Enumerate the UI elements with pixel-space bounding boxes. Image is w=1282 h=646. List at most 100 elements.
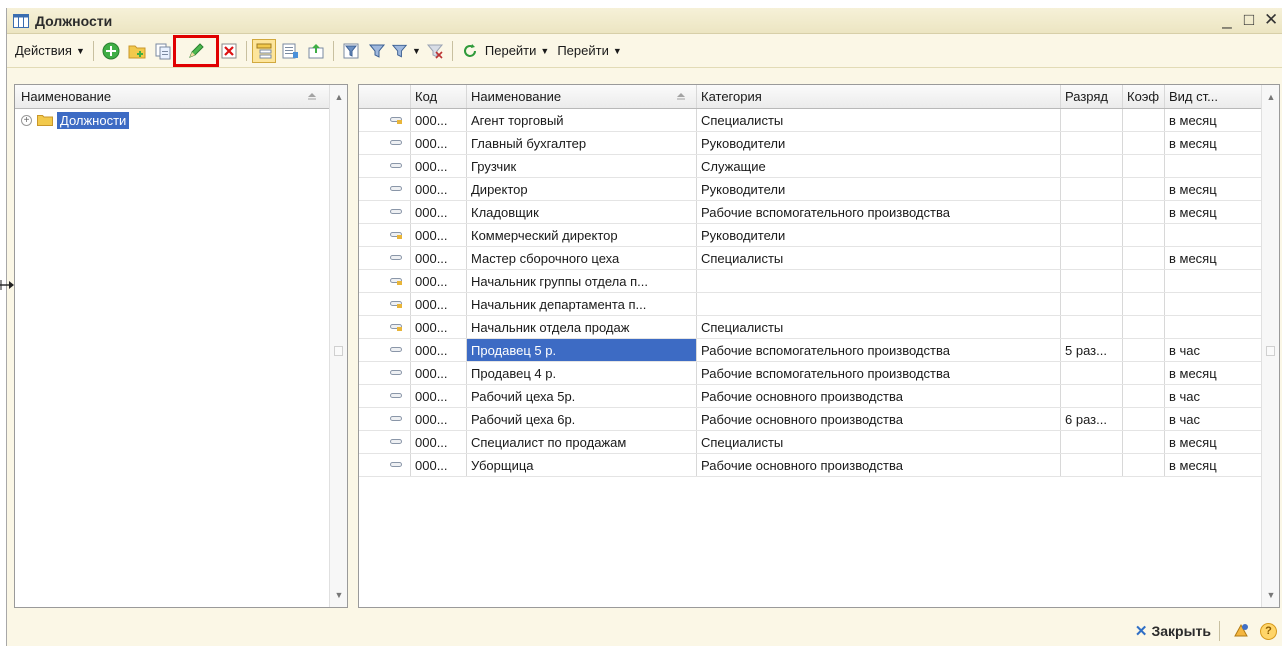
list-mode-button[interactable] <box>278 39 302 63</box>
filter-by-value-button[interactable] <box>365 39 389 63</box>
column-header-kind[interactable]: Вид ст... <box>1165 85 1237 108</box>
goto-menu-1[interactable]: Перейти ▼ <box>485 43 549 58</box>
cell-code[interactable]: 000... <box>411 224 467 246</box>
tree-header[interactable]: Наименование <box>15 85 347 109</box>
add-group-button[interactable] <box>125 39 149 63</box>
cell-kind[interactable] <box>1165 293 1237 315</box>
cell-rank[interactable]: 6 раз... <box>1061 408 1123 430</box>
cell-category[interactable]: Рабочие вспомогательного производства <box>697 362 1061 384</box>
cell-coef[interactable] <box>1123 385 1165 407</box>
cell-code[interactable]: 000... <box>411 178 467 200</box>
cell-kind[interactable]: в час <box>1165 339 1237 361</box>
cell-coef[interactable] <box>1123 431 1165 453</box>
column-header-name[interactable]: Наименование <box>467 85 697 108</box>
list-scrollbar[interactable]: ▲ ▼ <box>1261 85 1279 607</box>
cell-rank[interactable] <box>1061 224 1123 246</box>
cell-name[interactable]: Начальник отдела продаж <box>467 316 697 338</box>
cell-code[interactable]: 000... <box>411 431 467 453</box>
cell-name[interactable]: Специалист по продажам <box>467 431 697 453</box>
cell-category[interactable] <box>697 293 1061 315</box>
cell-rank[interactable] <box>1061 362 1123 384</box>
cell-kind[interactable]: в час <box>1165 385 1237 407</box>
cell-category[interactable]: Специалисты <box>697 109 1061 131</box>
cell-category[interactable]: Специалисты <box>697 431 1061 453</box>
cell-coef[interactable] <box>1123 178 1165 200</box>
cell-rank[interactable] <box>1061 132 1123 154</box>
cell-rank[interactable] <box>1061 454 1123 476</box>
column-header-icon[interactable] <box>359 85 411 108</box>
clear-filter-button[interactable] <box>423 39 447 63</box>
scroll-down-icon[interactable]: ▼ <box>1262 585 1280 605</box>
help-icon[interactable]: ? <box>1260 622 1277 640</box>
cell-category[interactable]: Рабочие вспомогательного производства <box>697 339 1061 361</box>
cell-coef[interactable] <box>1123 201 1165 223</box>
cell-name[interactable]: Агент торговый <box>467 109 697 131</box>
close-window-button[interactable]: ✕ <box>1264 10 1278 30</box>
cell-coef[interactable] <box>1123 408 1165 430</box>
cell-coef[interactable] <box>1123 109 1165 131</box>
cell-category[interactable]: Руководители <box>697 178 1061 200</box>
cell-code[interactable]: 000... <box>411 408 467 430</box>
cell-rank[interactable] <box>1061 316 1123 338</box>
goto-menu-2[interactable]: Перейти ▼ <box>557 43 621 58</box>
parent-level-button[interactable] <box>304 39 328 63</box>
column-header-category[interactable]: Категория <box>697 85 1061 108</box>
cell-name[interactable]: Продавец 5 р. <box>467 339 697 361</box>
table-row[interactable]: 000... Начальник департамента п... <box>359 293 1263 316</box>
table-row[interactable]: 000... Продавец 5 р. Рабочие вспомогательн… <box>359 339 1263 362</box>
table-row[interactable]: 000... Коммерческий директор Руководители <box>359 224 1263 247</box>
scroll-down-icon[interactable]: ▼ <box>330 585 348 605</box>
cell-kind[interactable]: в месяц <box>1165 132 1237 154</box>
cell-name[interactable]: Мастер сборочного цеха <box>467 247 697 269</box>
cell-category[interactable]: Рабочие основного производства <box>697 408 1061 430</box>
cell-kind[interactable]: в месяц <box>1165 201 1237 223</box>
cell-category[interactable]: Специалисты <box>697 316 1061 338</box>
cell-coef[interactable] <box>1123 155 1165 177</box>
scroll-up-icon[interactable]: ▲ <box>1262 87 1280 107</box>
table-row[interactable]: 000... Рабочий цеха 6р. Рабочие основного … <box>359 408 1263 431</box>
cell-category[interactable]: Руководители <box>697 132 1061 154</box>
cell-name[interactable]: Кладовщик <box>467 201 697 223</box>
cell-code[interactable]: 000... <box>411 362 467 384</box>
cell-coef[interactable] <box>1123 454 1165 476</box>
scroll-thumb[interactable] <box>334 346 343 356</box>
column-header-code[interactable]: Код <box>411 85 467 108</box>
cell-name[interactable]: Директор <box>467 178 697 200</box>
cell-kind[interactable]: в месяц <box>1165 454 1237 476</box>
cell-category[interactable]: Рабочие основного производства <box>697 385 1061 407</box>
filter-history-button[interactable]: ▼ <box>391 39 421 63</box>
cell-rank[interactable] <box>1061 178 1123 200</box>
cell-code[interactable]: 000... <box>411 270 467 292</box>
table-row[interactable]: 000... Кладовщик Рабочие вспомогательного … <box>359 201 1263 224</box>
table-row[interactable]: 000... Главный бухгалтер Руководители в мес… <box>359 132 1263 155</box>
table-row[interactable]: 000... Агент торговый Специалисты в месяц <box>359 109 1263 132</box>
cell-code[interactable]: 000... <box>411 454 467 476</box>
cell-kind[interactable]: в час <box>1165 408 1237 430</box>
actions-menu[interactable]: Действия ▼ <box>11 43 89 58</box>
table-row[interactable]: 000... Начальник отдела продаж Специалисты <box>359 316 1263 339</box>
cell-name[interactable]: Начальник департамента п... <box>467 293 697 315</box>
cell-name[interactable]: Продавец 4 р. <box>467 362 697 384</box>
cell-name[interactable]: Рабочий цеха 6р. <box>467 408 697 430</box>
cell-coef[interactable] <box>1123 224 1165 246</box>
hierarchy-view-button[interactable] <box>251 38 276 63</box>
cell-code[interactable]: 000... <box>411 155 467 177</box>
table-row[interactable]: 000... Грузчик Служащие <box>359 155 1263 178</box>
close-button[interactable]: ✕ Закрыть <box>1135 622 1211 640</box>
cell-rank[interactable] <box>1061 431 1123 453</box>
cell-coef[interactable] <box>1123 132 1165 154</box>
cell-code[interactable]: 000... <box>411 247 467 269</box>
cell-rank[interactable] <box>1061 201 1123 223</box>
cell-kind[interactable]: в месяц <box>1165 247 1237 269</box>
column-header-rank[interactable]: Разряд <box>1061 85 1123 108</box>
cell-coef[interactable] <box>1123 362 1165 384</box>
cell-coef[interactable] <box>1123 293 1165 315</box>
minimize-button[interactable]: _ <box>1220 10 1234 30</box>
cell-coef[interactable] <box>1123 270 1165 292</box>
cell-kind[interactable]: в месяц <box>1165 178 1237 200</box>
cell-name[interactable]: Начальник группы отдела п... <box>467 270 697 292</box>
scroll-thumb[interactable] <box>1266 346 1275 356</box>
cell-rank[interactable] <box>1061 293 1123 315</box>
add-button[interactable] <box>99 39 123 63</box>
column-header-coef[interactable]: Коэф <box>1123 85 1165 108</box>
